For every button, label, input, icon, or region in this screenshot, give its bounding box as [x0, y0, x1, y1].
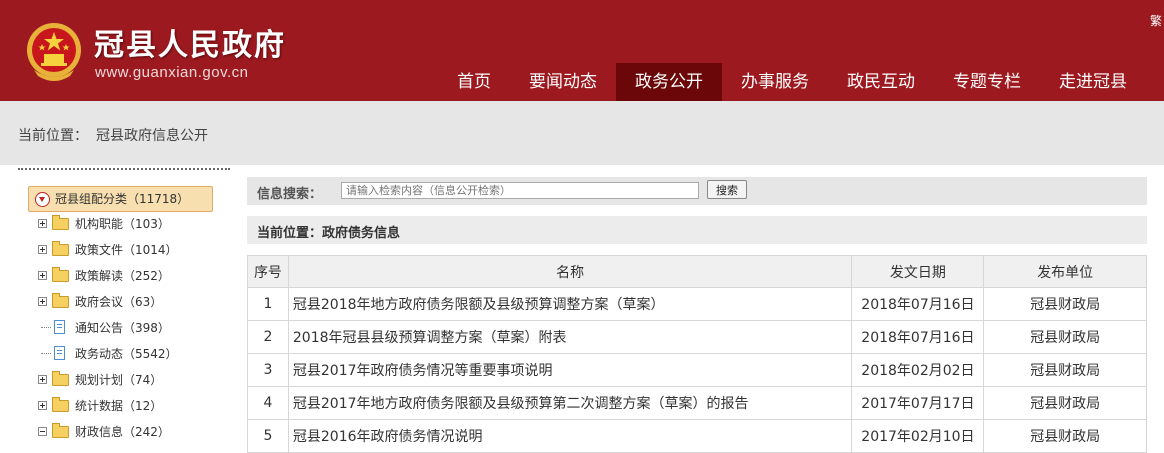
folder-icon: [52, 397, 69, 412]
col-header-name: 名称: [287, 255, 853, 288]
tree-item-label: 政府会议（63）: [75, 295, 163, 309]
col-header-no: 序号: [247, 255, 289, 288]
table-header-row: 序号 名称 发文日期 发布单位: [247, 255, 1147, 288]
section-title: 当前位置：政府债务信息: [257, 226, 401, 241]
expand-plus-icon[interactable]: [38, 401, 47, 410]
row-title-link[interactable]: 2018年冠县县级预算调整方案（草案）附表: [287, 320, 853, 354]
section-header: 当前位置：政府债务信息: [247, 216, 1147, 244]
nav-about[interactable]: 走进冠县: [1040, 63, 1146, 101]
nav-news[interactable]: 要闻动态: [510, 63, 616, 101]
expand-plus-icon[interactable]: [38, 245, 47, 254]
tree-item-label: 机构职能（103）: [75, 217, 170, 231]
row-date: 2017年02月10日: [851, 419, 985, 453]
main-nav: 首页 要闻动态 政务公开 办事服务 政民互动 专题专栏 走进冠县: [438, 63, 1146, 101]
folder-icon: [52, 267, 69, 282]
expand-plus-icon[interactable]: [38, 375, 47, 384]
nav-interaction[interactable]: 政民互动: [828, 63, 934, 101]
nav-services[interactable]: 办事服务: [722, 63, 828, 101]
row-date: 2018年07月16日: [851, 287, 985, 321]
traditional-chinese-link[interactable]: 繁: [1150, 12, 1162, 29]
collapse-minus-icon[interactable]: [38, 427, 47, 436]
search-label: 信息搜索：: [257, 187, 323, 202]
table-row: 3 冠县2017年政府债务情况等重要事项说明 2018年02月02日 冠县财政局: [247, 353, 1147, 387]
breadcrumb-link[interactable]: 冠县政府信息公开: [96, 125, 208, 145]
nav-gov-affairs[interactable]: 政务公开: [616, 63, 722, 101]
nav-home[interactable]: 首页: [438, 63, 510, 101]
search-button[interactable]: 搜索: [707, 180, 747, 199]
debt-info-table: 序号 名称 发文日期 发布单位 1 冠县2018年地方政府债务限额及县级预算调整…: [247, 255, 1147, 453]
row-unit: 冠县财政局: [983, 419, 1147, 453]
expand-plus-icon[interactable]: [38, 271, 47, 280]
expand-plus-icon[interactable]: [38, 219, 47, 228]
table-row: 1 冠县2018年地方政府债务限额及县级预算调整方案（草案） 2018年07月1…: [247, 287, 1147, 321]
row-no: 4: [247, 386, 289, 420]
tree-item-label: 政策文件（1014）: [75, 243, 178, 257]
document-icon: [54, 346, 65, 360]
row-no: 1: [247, 287, 289, 321]
tree-connector: [41, 353, 51, 354]
tree-item-label: 通知公告（398）: [75, 321, 170, 335]
row-title-link[interactable]: 冠县2017年政府债务情况等重要事项说明: [287, 353, 853, 387]
folder-icon: [52, 293, 69, 308]
tree-root[interactable]: 冠县组配分类（11718）: [28, 186, 213, 212]
row-unit: 冠县财政局: [983, 353, 1147, 387]
row-unit: 冠县财政局: [983, 320, 1147, 354]
row-date: 2017年07月17日: [851, 386, 985, 420]
tree-item-label: 规划计划（74）: [75, 373, 163, 387]
col-header-date: 发文日期: [851, 255, 985, 288]
collapse-arrow-icon[interactable]: [35, 192, 50, 207]
breadcrumb-prefix: 当前位置：: [18, 128, 88, 144]
folder-icon: [52, 241, 69, 256]
search-input[interactable]: [341, 182, 699, 199]
row-no: 5: [247, 419, 289, 453]
tree-connector: [41, 327, 51, 328]
expand-plus-icon[interactable]: [38, 297, 47, 306]
row-unit: 冠县财政局: [983, 386, 1147, 420]
tree-item-label: 财政信息（242）: [75, 425, 170, 439]
row-no: 3: [247, 353, 289, 387]
tree-item-label: 政务动态（5542）: [75, 347, 178, 361]
folder-open-icon: [52, 423, 69, 438]
col-header-unit: 发布单位: [983, 255, 1147, 288]
table-row: 2 2018年冠县县级预算调整方案（草案）附表 2018年07月16日 冠县财政…: [247, 320, 1147, 354]
site-title[interactable]: 冠县人民政府: [94, 20, 286, 64]
national-emblem-icon[interactable]: [20, 18, 88, 86]
breadcrumb: 当前位置： 冠县政府信息公开: [0, 101, 1164, 165]
document-icon: [54, 320, 65, 334]
row-unit: 冠县财政局: [983, 287, 1147, 321]
folder-icon: [52, 215, 69, 230]
tree-root-label: 冠县组配分类（11718）: [55, 192, 190, 206]
row-date: 2018年02月02日: [851, 353, 985, 387]
row-no: 2: [247, 320, 289, 354]
nav-topics[interactable]: 专题专栏: [934, 63, 1040, 101]
category-tree: 冠县组配分类（11718） 机构职能（103） 政策文件（1014） 政策解读（…: [18, 168, 230, 452]
table-row: 5 冠县2016年政府债务情况说明 2017年02月10日 冠县财政局: [247, 419, 1147, 453]
site-url: www.guanxian.gov.cn: [95, 64, 249, 81]
search-bar: 信息搜索： 搜索: [247, 177, 1147, 205]
row-title-link[interactable]: 冠县2018年地方政府债务限额及县级预算调整方案（草案）: [287, 287, 853, 321]
site-header: 冠县人民政府 www.guanxian.gov.cn 繁 首页 要闻动态 政务公…: [0, 0, 1164, 101]
row-date: 2018年07月16日: [851, 320, 985, 354]
tree-item-label: 统计数据（12）: [75, 399, 163, 413]
folder-icon: [52, 371, 69, 386]
row-title-link[interactable]: 冠县2016年政府债务情况说明: [287, 419, 853, 453]
tree-item-label: 政策解读（252）: [75, 269, 170, 283]
table-row: 4 冠县2017年地方政府债务限额及县级预算第二次调整方案（草案）的报告 201…: [247, 386, 1147, 420]
row-title-link[interactable]: 冠县2017年地方政府债务限额及县级预算第二次调整方案（草案）的报告: [287, 386, 853, 420]
